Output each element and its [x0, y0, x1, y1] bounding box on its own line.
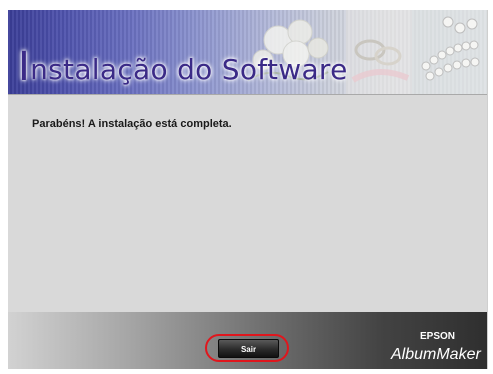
page-title-rest: nstalação do Software: [30, 53, 348, 86]
header-divider: [8, 94, 487, 95]
installer-window: Instalação do Software: [8, 10, 488, 369]
pearl-necklace-image: [412, 10, 487, 94]
brand-logo-epson: EPSON: [420, 331, 456, 342]
product-name-logo: AlbumMaker: [391, 346, 481, 363]
page-title: Instalação do Software: [18, 47, 348, 87]
wedding-rings-image: [346, 10, 412, 94]
page-title-initial: I: [18, 44, 31, 90]
completion-message: Parabéns! A instalação está completa.: [32, 118, 232, 130]
header-banner: Instalação do Software: [8, 10, 487, 94]
exit-button[interactable]: Sair: [218, 339, 279, 358]
